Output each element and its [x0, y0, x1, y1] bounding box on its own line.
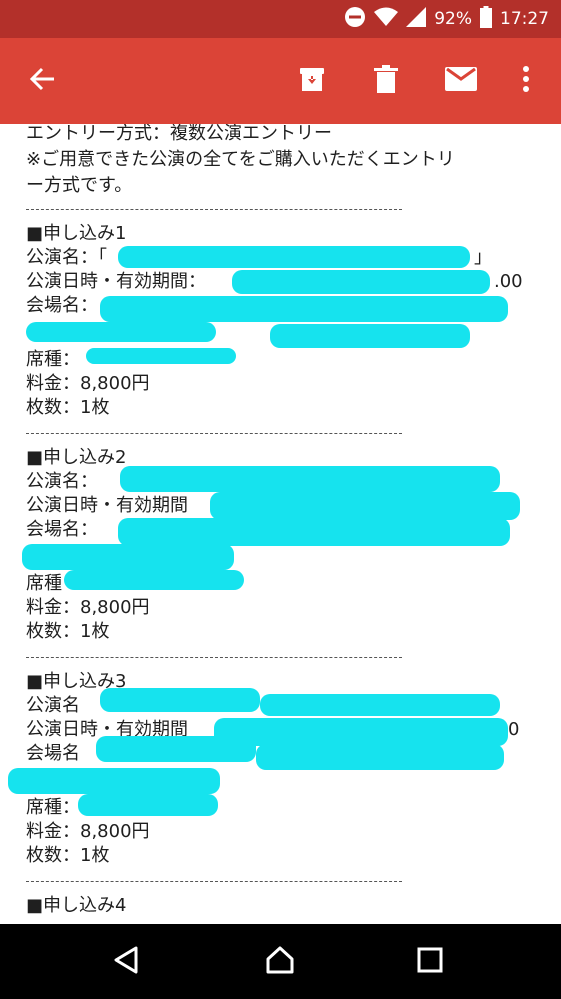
note-line-1: ※ご用意できた公演の全てをご購入いただくエントリ — [26, 149, 455, 170]
nav-home-button[interactable] — [240, 924, 320, 999]
back-button[interactable] — [14, 38, 70, 124]
redaction-mark — [118, 518, 510, 546]
note-line-2: ー方式です。 — [26, 175, 133, 196]
price: 料金：8,800円 — [26, 373, 150, 394]
redaction-mark — [100, 296, 508, 322]
performance-date: 公演日時・有効期間 — [26, 495, 188, 516]
email-toolbar — [0, 38, 561, 124]
email-body: エントリー方式：複数公演エントリー ※ご用意できた公演の全てをご購入いただくエン… — [0, 124, 561, 924]
wifi-icon — [374, 7, 399, 32]
overflow-menu-button[interactable] — [498, 38, 554, 124]
application-heading: ■申し込み1 — [26, 223, 127, 244]
performance-date-tail: .00 — [494, 271, 523, 292]
nav-back-icon — [112, 945, 140, 979]
performance-name: 公演名： — [26, 471, 98, 492]
redaction-mark — [96, 736, 256, 762]
redaction-mark — [8, 768, 220, 794]
redaction-mark — [118, 246, 470, 268]
venue-name: 会場名： — [26, 519, 98, 540]
redaction-mark — [260, 694, 500, 716]
clock: 17:27 — [500, 9, 549, 29]
navigation-bar — [0, 924, 561, 999]
delete-button[interactable] — [358, 38, 414, 124]
delete-icon — [374, 65, 398, 97]
redaction-mark — [100, 688, 260, 712]
application-heading: ■申し込み4 — [26, 895, 127, 916]
quantity: 枚数：1枚 — [26, 397, 110, 418]
performance-name-tail: 」 — [474, 247, 492, 268]
redaction-mark — [86, 348, 236, 364]
quantity: 枚数：1枚 — [26, 845, 110, 866]
separator — [26, 657, 402, 658]
price: 料金：8,800円 — [26, 597, 150, 618]
mark-unread-button[interactable] — [433, 38, 489, 124]
price: 料金：8,800円 — [26, 821, 150, 842]
redaction-mark — [120, 466, 500, 492]
battery-percent: 92% — [434, 9, 472, 29]
nav-recents-icon — [417, 947, 443, 977]
performance-date-tail: 0 — [508, 719, 520, 740]
quantity: 枚数：1枚 — [26, 621, 110, 642]
nav-home-icon — [264, 945, 296, 979]
entry-method: エントリー方式：複数公演エントリー — [26, 124, 332, 144]
battery-icon — [480, 5, 492, 33]
status-icons: 92% 17:27 — [344, 0, 549, 38]
nav-recents-button[interactable] — [390, 924, 470, 999]
seat-type: 席種： — [26, 349, 80, 370]
mail-icon — [445, 67, 477, 95]
status-bar: 92% 17:27 — [0, 0, 561, 38]
redaction-mark — [26, 322, 216, 342]
venue-name: 会場名： — [26, 295, 98, 316]
performance-name: 公演名 — [26, 695, 80, 716]
performance-name: 公演名：「 — [26, 247, 107, 268]
archive-icon — [298, 65, 326, 97]
separator — [26, 433, 402, 434]
nav-back-button[interactable] — [86, 924, 166, 999]
archive-button[interactable] — [284, 38, 340, 124]
redaction-mark — [256, 744, 504, 770]
separator — [26, 881, 402, 882]
performance-date: 公演日時・有効期間： — [26, 271, 206, 292]
seat-type: 席種： — [26, 797, 80, 818]
back-arrow-icon — [29, 67, 55, 95]
separator — [26, 209, 402, 210]
redaction-mark — [210, 492, 520, 520]
signal-icon — [406, 6, 427, 32]
redaction-mark — [78, 794, 218, 816]
redaction-mark — [64, 570, 244, 590]
dnd-icon — [344, 6, 366, 33]
overflow-menu-icon — [522, 66, 530, 96]
application-heading: ■申し込み2 — [26, 447, 127, 468]
redaction-mark — [232, 270, 490, 294]
seat-type: 席種 — [26, 573, 62, 594]
redaction-mark — [214, 718, 508, 746]
redaction-mark — [270, 324, 470, 348]
redaction-mark — [22, 544, 234, 570]
venue-name: 会場名 — [26, 743, 80, 764]
